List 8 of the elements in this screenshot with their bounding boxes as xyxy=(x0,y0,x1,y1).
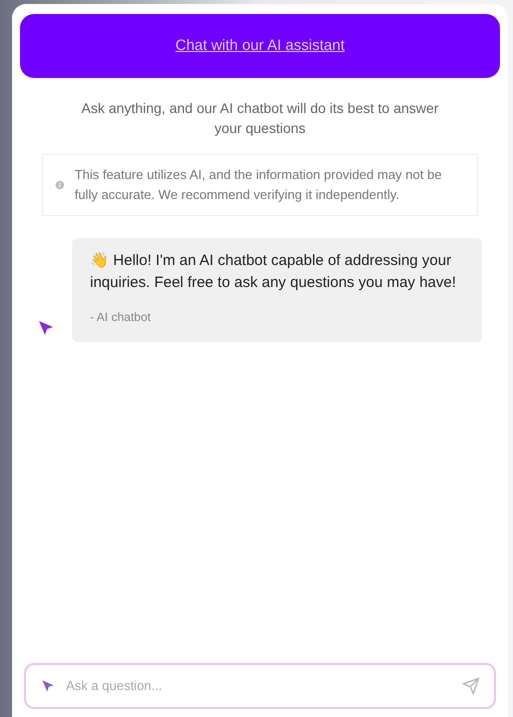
notice-text: This feature utilizes AI, and the information provided may not be fully accurate. We recommend verifying it independently. xyxy=(74,166,443,204)
intro-text: Ask anything, and our AI chatbot will do its best to answer your questions xyxy=(80,99,440,138)
message-text: 👋 Hello! I'm an AI chatbot capable of addressing your inquiries. Feel free to ask any questions you may have! xyxy=(90,251,458,293)
question-field[interactable]: Ask a question... xyxy=(24,663,496,709)
question-input[interactable]: Ask a question... xyxy=(66,676,452,696)
message-signature: - AI chatbot xyxy=(90,309,152,326)
header-title: Chat with our AI assistant xyxy=(175,36,345,56)
send-icon[interactable] xyxy=(462,677,480,695)
